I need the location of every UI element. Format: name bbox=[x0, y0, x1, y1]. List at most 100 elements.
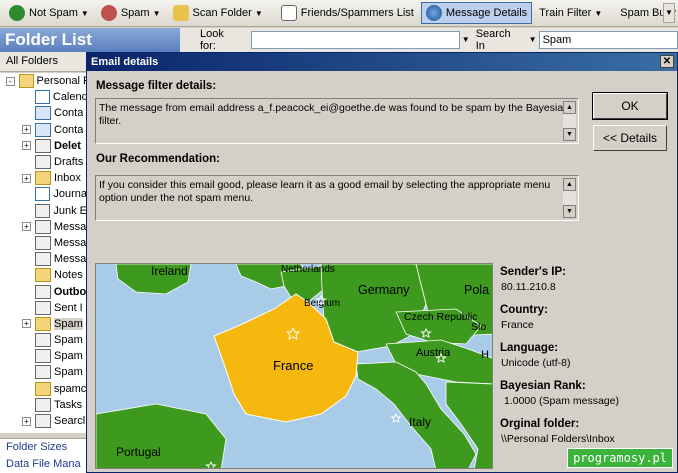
message-details-label: Message Details bbox=[445, 7, 528, 19]
folder-tree-item[interactable]: Sent I bbox=[0, 300, 86, 316]
folder-list-links: Folder Sizes Data File Mana bbox=[0, 438, 86, 473]
scan-folder-button[interactable]: Scan Folder ▼ bbox=[168, 2, 268, 24]
look-for-label: Look for: bbox=[200, 28, 224, 52]
chevron-down-icon[interactable]: ▼ bbox=[594, 9, 602, 18]
scrollbar[interactable]: ▲ ▼ bbox=[563, 178, 576, 218]
folder-tree-item[interactable]: + Inbox bbox=[0, 170, 86, 186]
folder-tree-item[interactable]: Spam bbox=[0, 348, 86, 364]
data-file-management-link[interactable]: Data File Mana bbox=[6, 456, 86, 473]
expand-icon[interactable]: + bbox=[22, 222, 31, 232]
folder-tree-label: Messa bbox=[53, 220, 86, 233]
close-icon[interactable]: ✕ bbox=[660, 55, 674, 68]
folder-tree-label: Messa bbox=[53, 236, 86, 249]
details-toggle-button[interactable]: << Details bbox=[593, 125, 667, 151]
train-filter-button[interactable]: Train Filter ▼ bbox=[534, 2, 607, 24]
folder-tree-label: spamc bbox=[53, 382, 86, 395]
folder-tree-item[interactable]: Calend bbox=[0, 89, 86, 105]
inbox-icon bbox=[35, 171, 51, 186]
country-value: France bbox=[501, 319, 534, 331]
folder-tree-item[interactable]: + Searcl bbox=[0, 413, 86, 429]
folder-tree-item[interactable]: Outbo bbox=[0, 283, 86, 299]
folder-sizes-link[interactable]: Folder Sizes bbox=[6, 439, 86, 456]
folder-tree-item[interactable]: Journa bbox=[0, 186, 86, 202]
chevron-down-icon[interactable]: ▼ bbox=[255, 9, 263, 18]
folder-tree-item[interactable]: + Delet bbox=[0, 138, 86, 154]
train-filter-label: Train Filter bbox=[539, 7, 592, 19]
friends-list-label: Friends/Spammers List bbox=[300, 7, 414, 19]
search-folders-icon bbox=[35, 414, 51, 429]
message-icon bbox=[34, 252, 51, 267]
junk-icon bbox=[34, 203, 51, 218]
scrollbar[interactable]: ▲ ▼ bbox=[563, 101, 576, 141]
folder-tree-item[interactable]: + Spam bbox=[0, 316, 86, 332]
folder-tree-item[interactable]: Spam bbox=[0, 332, 86, 348]
toolbar-overflow-button[interactable]: ▼ bbox=[663, 3, 675, 23]
friends-spammers-list-button[interactable]: Friends/Spammers List bbox=[276, 2, 419, 24]
folder-tree-item[interactable]: Drafts bbox=[0, 154, 86, 170]
scroll-up-icon[interactable]: ▲ bbox=[563, 178, 576, 191]
folder-tree-item[interactable]: - Personal F bbox=[0, 73, 86, 89]
look-for-input[interactable] bbox=[250, 31, 460, 49]
folder-tree-label: Personal F bbox=[36, 75, 86, 88]
message-icon bbox=[35, 349, 51, 364]
chevron-down-icon[interactable]: ▼ bbox=[460, 31, 472, 49]
search-in-button[interactable]: Search In bbox=[476, 28, 523, 52]
filter-details-content: The message from email address a_f.peaco… bbox=[99, 102, 570, 127]
main-toolbar: Not Spam ▼ Spam ▼ Scan Folder ▼ Friends/… bbox=[0, 0, 678, 27]
chevron-down-icon[interactable]: ▼ bbox=[153, 9, 161, 18]
country-map: Ireland Netherlands Belgium Germany Pola… bbox=[95, 263, 493, 469]
folder-tree-item[interactable]: Spam bbox=[0, 364, 86, 380]
folder-tree-item[interactable]: + Messa bbox=[0, 219, 86, 235]
expand-icon[interactable]: + bbox=[22, 125, 31, 135]
not-spam-button[interactable]: Not Spam ▼ bbox=[4, 2, 94, 24]
map-label-italy: Italy bbox=[409, 415, 431, 429]
expand-icon[interactable]: + bbox=[22, 416, 31, 426]
folder-icon bbox=[34, 381, 51, 396]
folder-tree-item[interactable]: Tasks bbox=[0, 397, 86, 413]
spam-bully-icon bbox=[100, 5, 117, 21]
folder-tree-item[interactable]: Messa bbox=[0, 235, 86, 251]
scroll-down-icon[interactable]: ▼ bbox=[563, 128, 576, 141]
folder-tree-label: Junk E bbox=[53, 204, 86, 217]
chevron-down-icon[interactable]: ▼ bbox=[527, 31, 539, 49]
scroll-down-icon[interactable]: ▼ bbox=[563, 205, 576, 218]
message-icon bbox=[34, 219, 51, 234]
folder-tree-item[interactable]: Conta bbox=[0, 105, 86, 121]
message-icon bbox=[35, 333, 51, 348]
message-details-button[interactable]: Message Details bbox=[420, 2, 533, 24]
folder-tree-label: Searcl bbox=[54, 415, 86, 428]
folder-tree-label: Spam bbox=[54, 350, 83, 363]
folder-tree-label: Journa bbox=[53, 188, 86, 201]
collapse-icon[interactable]: - bbox=[6, 76, 15, 86]
ok-button[interactable]: OK bbox=[592, 92, 668, 120]
folder-tree-item[interactable]: Junk E bbox=[0, 203, 86, 219]
message-icon bbox=[35, 365, 51, 380]
folder-tree-item[interactable]: Messa bbox=[0, 251, 86, 267]
spam-button[interactable]: Spam ▼ bbox=[96, 2, 166, 24]
expand-icon[interactable]: + bbox=[22, 141, 31, 151]
folder-tree-label: Conta bbox=[54, 107, 84, 120]
spam-label: Spam bbox=[120, 7, 150, 19]
map-label-ireland: Ireland bbox=[151, 264, 188, 278]
find-bar: Look for: ▼ Search In ▼ Spam bbox=[180, 28, 678, 52]
filter-details-text[interactable]: The message from email address a_f.peaco… bbox=[95, 98, 579, 144]
map-label-portugal: Portugal bbox=[116, 445, 161, 459]
recommendation-text[interactable]: If you consider this email good, please … bbox=[95, 175, 579, 221]
expand-icon[interactable]: + bbox=[22, 319, 31, 329]
folder-tree-item[interactable]: spamc bbox=[0, 381, 86, 397]
scroll-up-icon[interactable]: ▲ bbox=[563, 101, 576, 114]
scan-folder-icon bbox=[172, 5, 189, 21]
chevron-down-icon[interactable]: ▼ bbox=[81, 9, 89, 18]
folder-tree-label: Sent I bbox=[54, 301, 83, 314]
folder-tree-item[interactable]: + Conta bbox=[0, 122, 86, 138]
folder-tree-label: Conta bbox=[54, 123, 84, 136]
country-label: Country: bbox=[500, 304, 548, 316]
outbox-icon bbox=[34, 284, 51, 299]
recommendation-heading: Our Recommendation: bbox=[96, 153, 220, 165]
search-in-value[interactable]: Spam bbox=[538, 31, 678, 49]
sender-info-panel: Sender's IP: 80.11.210.8 Country: France… bbox=[500, 265, 675, 455]
folder-tree-label: Messa bbox=[53, 253, 86, 266]
expand-icon[interactable]: + bbox=[22, 173, 31, 183]
folder-tree-item[interactable]: Notes bbox=[0, 267, 86, 283]
original-folder-label: Orginal folder: bbox=[500, 418, 580, 430]
